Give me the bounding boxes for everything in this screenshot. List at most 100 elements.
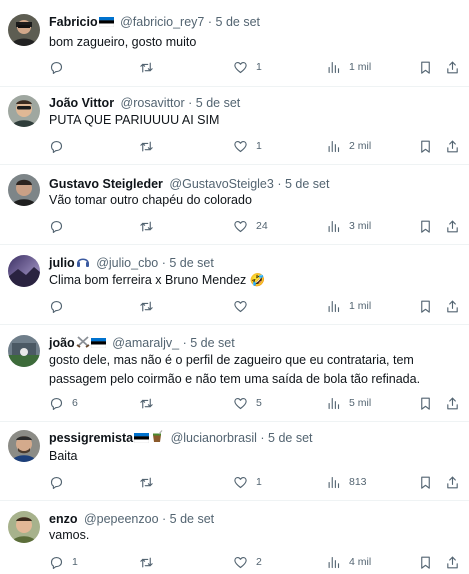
reply-bubble-icon (50, 140, 63, 153)
crossed-swords-emoji-icon (76, 335, 90, 352)
share-button[interactable] (445, 473, 460, 491)
separator-dot: · (207, 15, 213, 29)
reply-button[interactable] (49, 297, 72, 315)
retweet-icon (140, 477, 153, 487)
views-button[interactable]: 2 mil (326, 137, 371, 155)
tweet-date[interactable]: 5 de set (268, 431, 312, 445)
author-name[interactable]: joão (49, 336, 75, 350)
reply-tweet[interactable]: joão @amaraljv_ · 5 de set gosto dele, m… (0, 325, 469, 422)
heart-icon (234, 556, 247, 568)
author-name[interactable]: João Vittor (49, 96, 114, 110)
like-button[interactable]: 24 (233, 217, 268, 235)
bookmark-button[interactable] (418, 58, 433, 76)
reply-tweet[interactable]: Fabricio @fabricio_rey7 · 5 de set bom z… (0, 0, 469, 87)
share-button[interactable] (445, 394, 460, 412)
reply-bubble-icon (50, 300, 63, 313)
share-icon (447, 220, 458, 232)
like-button[interactable]: 1 (233, 137, 262, 155)
author-handle[interactable]: @fabricio_rey7 (120, 15, 204, 29)
author-handle[interactable]: @julio_cbo (96, 256, 158, 270)
share-button[interactable] (445, 137, 460, 155)
tweet-date[interactable]: 5 de set (216, 15, 260, 29)
reply-tweet[interactable]: julio @julio_cbo · 5 de set Clima bom fe… (0, 245, 469, 325)
reply-button[interactable] (49, 473, 72, 491)
tweet-date[interactable]: 5 de set (169, 256, 213, 270)
bookmark-button[interactable] (418, 217, 433, 235)
like-button[interactable]: 2 (233, 553, 262, 571)
avatar[interactable] (8, 174, 40, 206)
share-button[interactable] (445, 553, 460, 571)
author-handle[interactable]: @GustavoSteigle3 (169, 177, 273, 191)
like-button[interactable]: 1 (233, 58, 262, 76)
like-button[interactable]: 5 (233, 394, 262, 412)
reply-button[interactable]: 1 (49, 553, 78, 571)
author-name[interactable]: Gustavo Steigleder (49, 177, 163, 191)
mate-emoji-icon (150, 430, 164, 447)
author-name[interactable]: julio (49, 256, 75, 270)
reply-button[interactable] (49, 137, 72, 155)
retweet-button[interactable] (139, 473, 162, 491)
avatar[interactable] (8, 95, 40, 127)
tweet-actions: 1 2 mil (49, 137, 459, 155)
reply-button[interactable] (49, 58, 72, 76)
reply-button[interactable]: 6 (49, 394, 78, 412)
retweet-icon (140, 398, 153, 408)
separator-dot: · (182, 336, 187, 350)
author-name[interactable]: pessigremista (49, 431, 133, 445)
bookmark-icon (421, 61, 430, 74)
share-icon (447, 140, 458, 152)
bookmark-button[interactable] (418, 137, 433, 155)
views-button[interactable]: 813 (326, 473, 367, 491)
retweet-button[interactable] (139, 137, 162, 155)
avatar[interactable] (8, 430, 40, 462)
author-name[interactable]: Fabricio (49, 15, 98, 29)
tweet-date[interactable]: 5 de set (285, 177, 329, 191)
views-button[interactable]: 5 mil (326, 394, 371, 412)
author-handle[interactable]: @pepeenzoo (84, 512, 159, 526)
tweet-date[interactable]: 5 de set (190, 336, 234, 350)
retweet-button[interactable] (139, 553, 162, 571)
like-button[interactable] (233, 297, 256, 315)
reply-tweet[interactable]: João Vittor @rosavittor · 5 de set PUTA … (0, 87, 469, 165)
bookmark-button[interactable] (418, 553, 433, 571)
views-button[interactable]: 1 mil (326, 297, 371, 315)
retweet-button[interactable] (139, 297, 162, 315)
avatar[interactable] (8, 511, 40, 543)
author-handle[interactable]: @lucianorbrasil (171, 431, 257, 445)
retweet-button[interactable] (139, 394, 162, 412)
views-button[interactable]: 4 mil (326, 553, 371, 571)
author-handle[interactable]: @rosavittor (121, 96, 185, 110)
share-button[interactable] (445, 217, 460, 235)
share-button[interactable] (445, 297, 460, 315)
avatar[interactable] (8, 14, 40, 46)
heart-icon (234, 140, 247, 152)
views-button[interactable]: 1 mil (326, 58, 371, 76)
retweet-button[interactable] (139, 58, 162, 76)
author-name[interactable]: enzo (49, 512, 77, 526)
views-count: 813 (349, 476, 367, 488)
share-button[interactable] (445, 58, 460, 76)
share-icon (447, 61, 458, 73)
author-handle[interactable]: @amaraljv_ (112, 336, 179, 350)
separator-dot: · (161, 256, 166, 270)
tweet-date[interactable]: 5 de set (196, 96, 240, 110)
like-button[interactable]: 1 (233, 473, 262, 491)
views-count: 4 mil (349, 556, 372, 568)
heart-icon (234, 61, 247, 73)
avatar[interactable] (8, 255, 40, 287)
retweet-icon (140, 62, 153, 72)
reply-button[interactable] (49, 217, 72, 235)
reply-tweet[interactable]: pessigremista @lucianorbrasil · 5 de set… (0, 422, 469, 501)
reply-tweet[interactable]: enzo @pepeenzoo · 5 de set vamos. 1 2 4 … (0, 501, 469, 574)
tweet-text: bom zagueiro, gosto muito (49, 35, 197, 49)
tweet-date[interactable]: 5 de set (170, 512, 214, 526)
bookmark-button[interactable] (418, 394, 433, 412)
bookmark-button[interactable] (418, 473, 433, 491)
views-button[interactable]: 3 mil (326, 217, 371, 235)
reply-tweet[interactable]: Gustavo Steigleder @GustavoSteigle3 · 5 … (0, 165, 469, 245)
views-count: 3 mil (349, 220, 372, 232)
retweet-button[interactable] (139, 217, 162, 235)
bookmark-button[interactable] (418, 297, 433, 315)
avatar[interactable] (8, 335, 40, 367)
bookmark-icon (421, 140, 430, 153)
